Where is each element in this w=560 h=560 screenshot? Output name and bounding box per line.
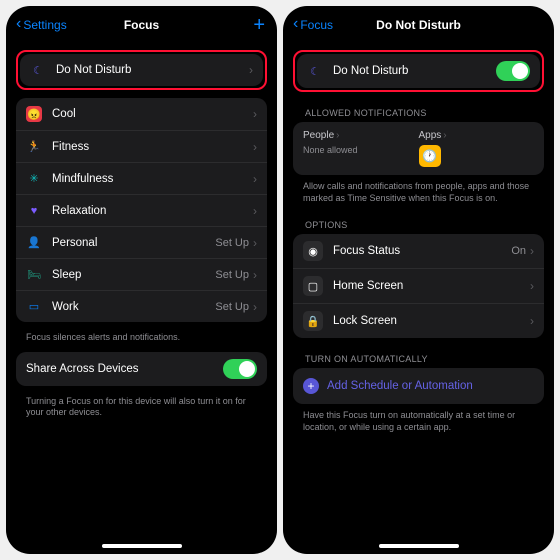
option-row[interactable]: ▢ Home Screen› — [293, 268, 544, 303]
row-label: Sleep — [52, 269, 215, 281]
chevron-left-icon: ‹ — [293, 16, 298, 32]
navbar: ‹ Settings Focus + — [6, 6, 277, 40]
section-header: Options — [293, 212, 544, 234]
mode-icon: 😠 — [26, 106, 42, 122]
back-label: Settings — [23, 18, 66, 32]
row-label: Focus Status — [333, 245, 511, 257]
chevron-right-icon: › — [253, 268, 257, 282]
row-label: Personal — [52, 237, 215, 249]
dnd-toggle-row[interactable]: ☾ Do Not Disturb — [297, 54, 540, 88]
people-column[interactable]: People› None allowed — [303, 130, 419, 167]
row-label: Share Across Devices — [26, 363, 223, 375]
option-icon: 🔒 — [303, 311, 323, 331]
back-button[interactable]: ‹ Settings — [16, 18, 67, 32]
footer-text: Have this Focus turn on automatically at… — [293, 408, 544, 441]
row-label: Do Not Disturb — [333, 65, 496, 77]
footer-text: Allow calls and notifications from peopl… — [293, 179, 544, 212]
back-label: Focus — [300, 18, 333, 32]
chevron-right-icon: › — [253, 204, 257, 218]
chevron-right-icon: › — [253, 140, 257, 154]
add-button[interactable]: + — [253, 15, 267, 35]
chevron-right-icon: › — [530, 314, 534, 328]
add-schedule-label: Add Schedule or Automation — [327, 380, 473, 392]
chevron-right-icon: › — [253, 300, 257, 314]
row-trail: Set Up — [215, 237, 249, 249]
mode-icon: 🏃 — [26, 139, 42, 155]
chevron-right-icon: › — [253, 107, 257, 121]
highlight-box: ☾ Do Not Disturb › — [16, 50, 267, 90]
focus-row[interactable]: ♥︎ Relaxation› — [16, 194, 267, 226]
row-label: Relaxation — [52, 205, 253, 217]
section-header: Allowed Notifications — [293, 100, 544, 122]
footer-text: Focus silences alerts and notifications. — [16, 330, 267, 352]
footer-text: Turning a Focus on for this device will … — [16, 394, 267, 427]
plus-circle-icon: + — [303, 378, 319, 394]
chevron-right-icon: › — [253, 172, 257, 186]
options-list: ◉Focus StatusOn›▢Home Screen›🔒Lock Scree… — [293, 234, 544, 338]
row-label: Home Screen — [333, 280, 530, 292]
moon-icon: ☾ — [307, 63, 323, 79]
chevron-right-icon: › — [530, 279, 534, 293]
dnd-toggle[interactable] — [496, 61, 530, 81]
chevron-right-icon: › — [253, 236, 257, 250]
row-label: Cool — [52, 108, 253, 120]
row-trail: On — [511, 245, 526, 257]
allowed-notifications-card: People› None allowed Apps› 🕐 — [293, 122, 544, 175]
apps-label: Apps — [419, 130, 442, 141]
share-toggle[interactable] — [223, 359, 257, 379]
clock-app-icon: 🕐 — [419, 145, 441, 167]
focus-row[interactable]: 😠 Cool› — [16, 98, 267, 130]
option-row[interactable]: ◉ Focus StatusOn › — [293, 234, 544, 268]
row-label: Fitness — [52, 141, 253, 153]
focus-row[interactable]: ▭ WorkSet Up › — [16, 290, 267, 322]
mode-icon: ♥︎ — [26, 203, 42, 219]
share-devices-row[interactable]: Share Across Devices — [16, 352, 267, 386]
phone-right: ‹ Focus Do Not Disturb ☾ Do Not Disturb … — [283, 6, 554, 554]
focus-row[interactable]: 🛏 SleepSet Up › — [16, 258, 267, 290]
navbar: ‹ Focus Do Not Disturb — [283, 6, 554, 40]
chevron-right-icon: › — [443, 130, 446, 141]
phone-left: ‹ Settings Focus + ☾ Do Not Disturb › 😠 C… — [6, 6, 277, 554]
row-label: Do Not Disturb — [56, 64, 249, 76]
back-button[interactable]: ‹ Focus — [293, 18, 333, 32]
content: ☾ Do Not Disturb › 😠Cool›🏃Fitness›✳︎Mind… — [6, 40, 277, 540]
home-indicator[interactable] — [102, 544, 182, 548]
focus-row[interactable]: ✳︎ Mindfulness› — [16, 162, 267, 194]
chevron-right-icon: › — [336, 130, 339, 141]
home-indicator[interactable] — [379, 544, 459, 548]
mode-icon: ▭ — [26, 299, 42, 315]
chevron-left-icon: ‹ — [16, 16, 21, 32]
apps-column[interactable]: Apps› 🕐 — [419, 130, 535, 167]
focus-row[interactable]: 🏃 Fitness› — [16, 130, 267, 162]
row-trail: Set Up — [215, 301, 249, 313]
people-label: People — [303, 130, 334, 141]
focus-row-dnd[interactable]: ☾ Do Not Disturb › — [20, 54, 263, 86]
mode-icon: 🛏 — [26, 267, 42, 283]
row-label: Work — [52, 301, 215, 313]
option-icon: ◉ — [303, 241, 323, 261]
option-icon: ▢ — [303, 276, 323, 296]
people-sub: None allowed — [303, 145, 419, 155]
row-label: Mindfulness — [52, 173, 253, 185]
focus-mode-list: 😠Cool›🏃Fitness›✳︎Mindfulness›♥︎Relaxatio… — [16, 98, 267, 322]
mode-icon: ✳︎ — [26, 171, 42, 187]
row-trail: Set Up — [215, 269, 249, 281]
highlight-box: ☾ Do Not Disturb — [293, 50, 544, 92]
chevron-right-icon: › — [530, 244, 534, 258]
row-label: Lock Screen — [333, 315, 530, 327]
option-row[interactable]: 🔒 Lock Screen› — [293, 303, 544, 338]
mode-icon: 👤 — [26, 235, 42, 251]
focus-row[interactable]: 👤 PersonalSet Up › — [16, 226, 267, 258]
content: ☾ Do Not Disturb Allowed Notifications P… — [283, 40, 554, 540]
add-schedule-button[interactable]: + Add Schedule or Automation — [293, 368, 544, 404]
section-header: Turn On Automatically — [293, 346, 544, 368]
moon-icon: ☾ — [30, 62, 46, 78]
chevron-right-icon: › — [249, 63, 253, 77]
